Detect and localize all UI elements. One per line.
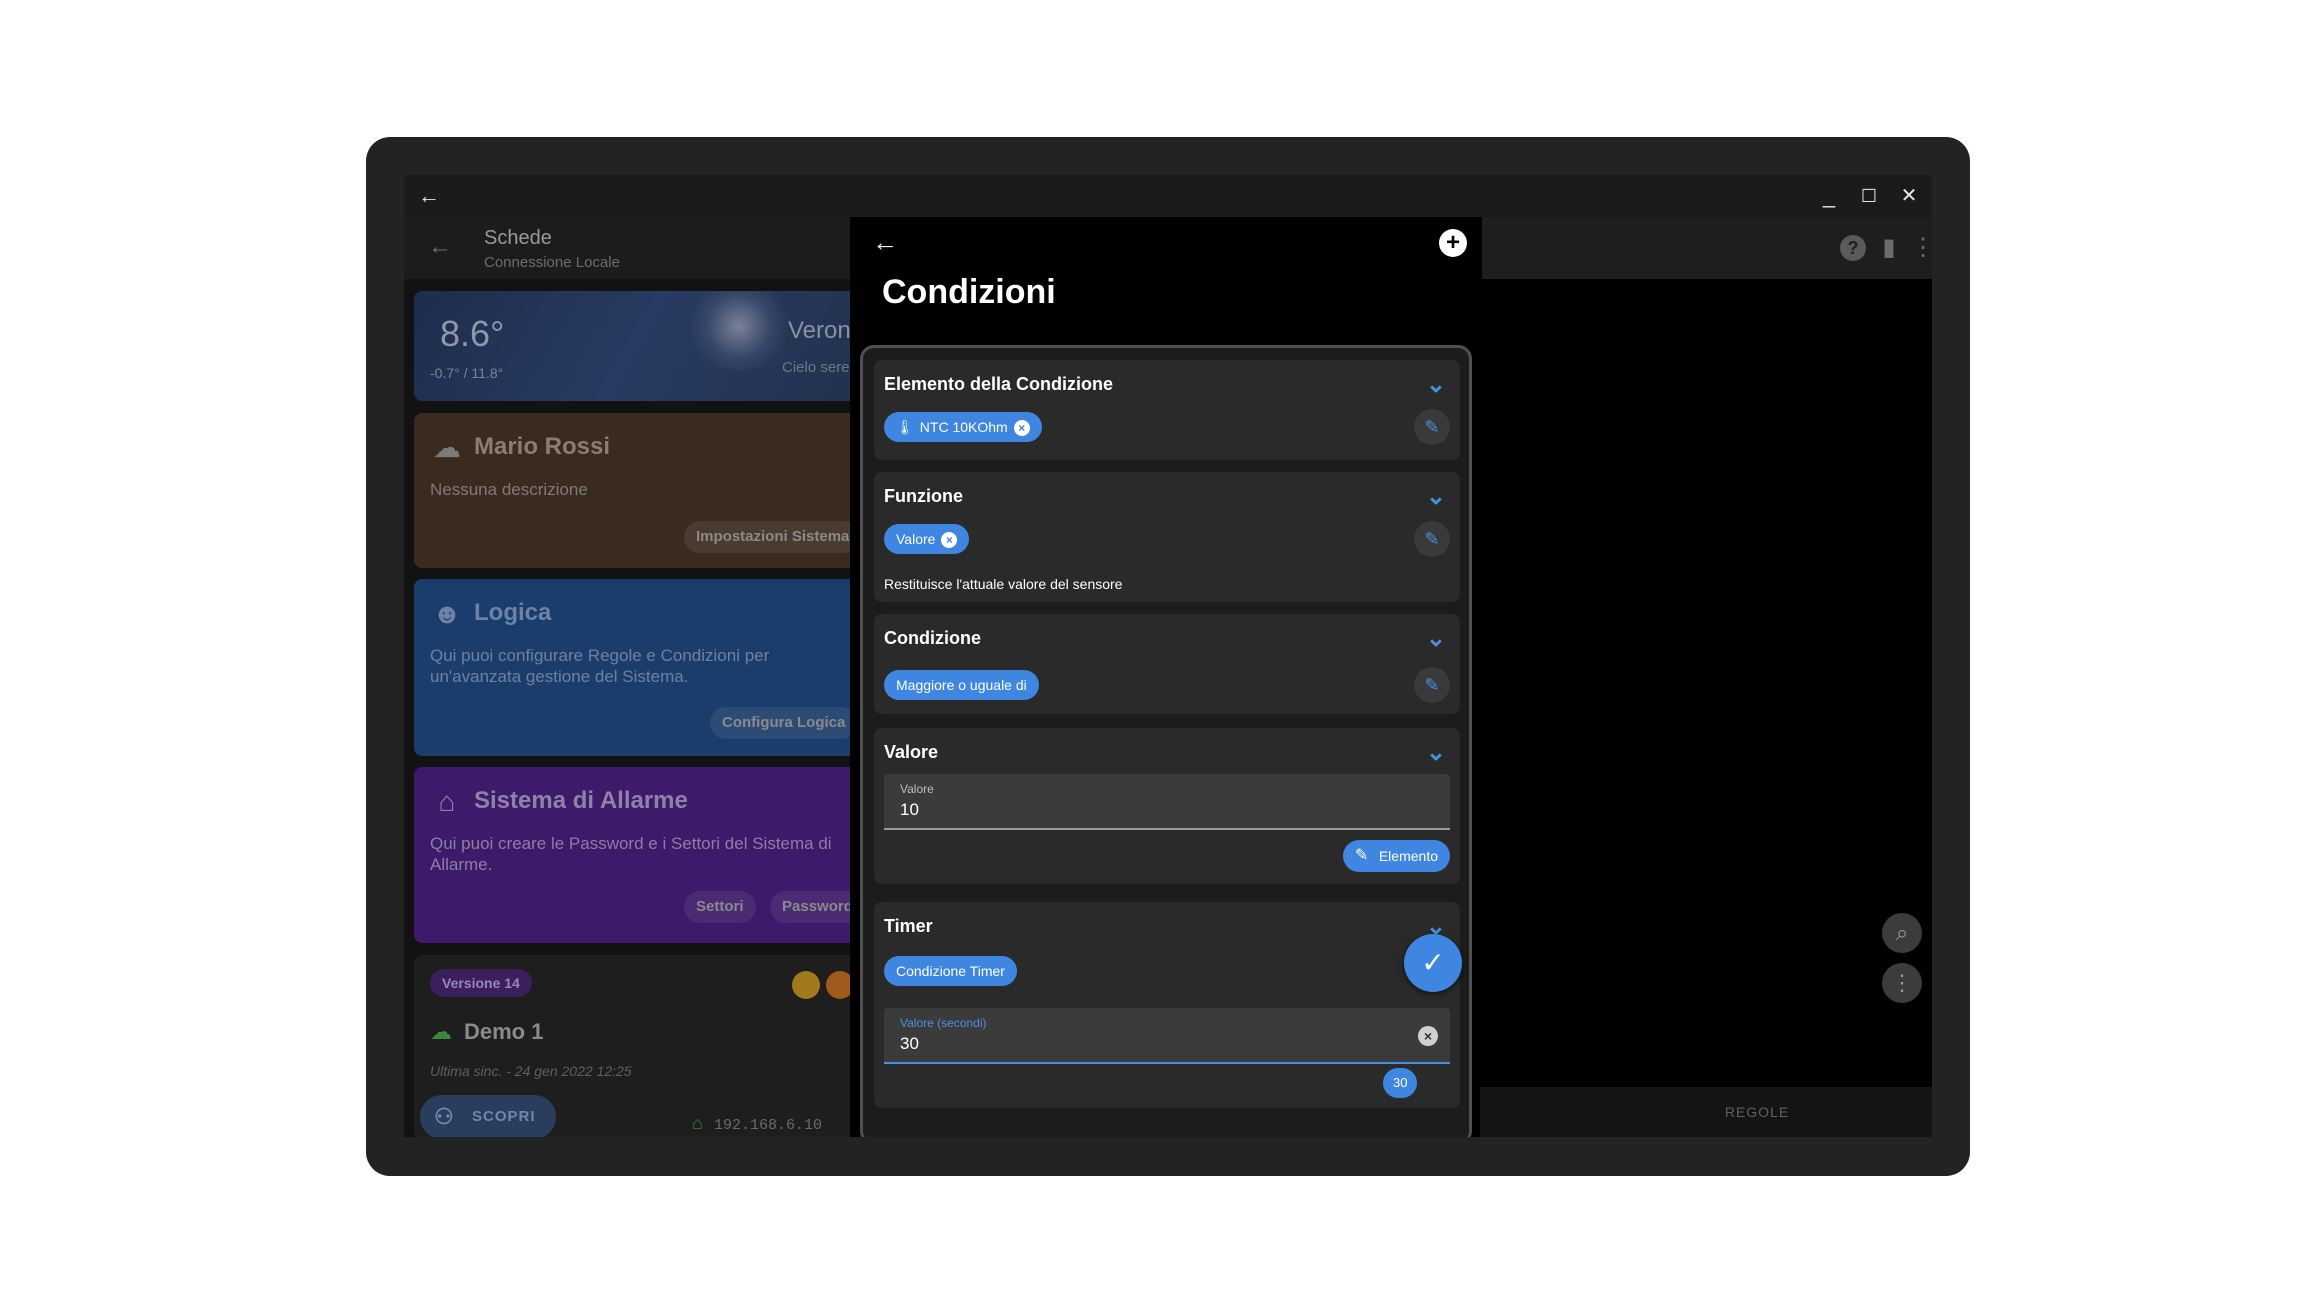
section-element: Elemento della Condizione ⌄ 🌡 NTC 10KOhm ×… xyxy=(874,360,1460,460)
section-value-title: Valore xyxy=(884,742,939,762)
more-vert-icon[interactable]: ⋮ xyxy=(1908,233,1932,263)
function-chip-label: Valore xyxy=(896,531,936,547)
book-icon[interactable]: ▮ xyxy=(1874,233,1904,263)
chevron-down-icon[interactable]: ⌄ xyxy=(1426,370,1446,399)
demo-card[interactable]: Versione 14 ☁ Demo 1 Ultima sinc. - 24 g… xyxy=(414,955,850,1137)
value-field-label: Valore xyxy=(900,782,934,796)
logic-description: Qui puoi configurare Regole e Condizioni… xyxy=(430,646,770,686)
sectors-button[interactable]: Settori xyxy=(684,891,756,923)
tab-rules[interactable]: REGOLE xyxy=(1682,1104,1832,1120)
page-subtitle: Connessione Locale xyxy=(484,254,620,271)
alarm-title: Sistema di Allarme xyxy=(474,787,688,814)
chevron-down-icon[interactable]: ⌄ xyxy=(1426,738,1446,767)
sun-glow xyxy=(684,291,794,371)
remove-chip-icon[interactable]: × xyxy=(941,532,958,549)
section-element-title: Elemento della Condizione xyxy=(884,374,1114,394)
element-button-label: Elemento xyxy=(1378,848,1438,864)
minimize-icon[interactable]: _ xyxy=(1814,181,1844,211)
weather-description: Cielo sere xyxy=(782,359,850,376)
page-title: Schede xyxy=(484,227,552,249)
section-function: Funzione ⌄ Valore × ✎ Restituisce l'attua… xyxy=(874,472,1460,602)
password-button[interactable]: Password xyxy=(770,891,850,923)
search-fab-icon[interactable]: ⌕ xyxy=(1882,913,1922,953)
left-header: ← Schede Connessione Locale xyxy=(404,217,850,279)
timer-seconds-field[interactable]: Valore (secondi) 30 × xyxy=(884,1008,1450,1064)
version-badge: Versione 14 xyxy=(430,969,532,997)
function-description: Restituisce l'attuale valore del sensore xyxy=(884,576,1123,592)
more-fab-icon[interactable]: ⋮ xyxy=(1882,963,1922,1003)
timer-mini-chip: 30 xyxy=(1383,1068,1418,1098)
conditions-panel: ← + Condizioni Elemento della Condizione… xyxy=(850,217,1480,1137)
conditions-header: ← + Condizioni xyxy=(850,217,1480,352)
user-card[interactable]: ☁ Mario Rossi Nessuna descrizione Impost… xyxy=(414,413,850,568)
right-toolbar: ? ▮ ⋮ xyxy=(1482,217,1932,279)
thermometer-icon: 🌡 xyxy=(896,419,914,435)
confirm-check-icon[interactable]: ✓ xyxy=(1404,934,1462,992)
maximize-icon[interactable]: ☐ xyxy=(1854,181,1884,211)
logic-title: Logica xyxy=(474,599,552,626)
window-back-icon[interactable]: ← xyxy=(414,181,444,211)
element-chip-label: NTC 10KOhm xyxy=(919,419,1008,435)
alarm-card[interactable]: ⌂ Sistema di Allarme Qui puoi creare le … xyxy=(414,767,850,943)
weather-city: Veron xyxy=(788,317,850,344)
back-arrow-icon[interactable]: ← xyxy=(428,233,452,261)
window-titlebar: ← _ ☐ ✕ xyxy=(404,175,1932,217)
section-value: Valore ⌄ Valore 10 ✎ Elemento xyxy=(874,728,1460,884)
edit-pencil-icon[interactable]: ✎ xyxy=(1414,667,1450,703)
timer-field-label: Valore (secondi) xyxy=(900,1016,987,1030)
help-icon[interactable]: ? xyxy=(1840,235,1866,261)
section-timer: Timer ⌄ Condizione Timer ✎ Valore (secon… xyxy=(874,902,1460,1108)
right-panel: ? ▮ ⋮ ⌕ ⋮ REGOLE xyxy=(1482,217,1932,1137)
bottom-tabs: REGOLE xyxy=(1482,1087,1932,1137)
section-function-title: Funzione xyxy=(884,486,963,506)
binoculars-icon: ⚇ xyxy=(434,1104,455,1129)
element-button[interactable]: ✎ Elemento xyxy=(1342,840,1450,872)
weather-card[interactable]: 8.6° -0.7° / 11.8° Veron Cielo sere xyxy=(414,291,850,401)
element-chip[interactable]: 🌡 NTC 10KOhm × xyxy=(884,412,1042,442)
chevron-down-icon[interactable]: ⌄ xyxy=(1426,482,1446,511)
demo-title: Demo 1 xyxy=(464,1019,544,1044)
pencil-icon: ✎ xyxy=(1354,847,1369,864)
section-timer-title: Timer xyxy=(884,916,933,936)
close-icon[interactable]: ✕ xyxy=(1894,181,1924,211)
cloud-check-icon: ☁ xyxy=(433,432,461,463)
ip-address: 192.168.6.10 xyxy=(714,1117,823,1134)
logic-card[interactable]: ☻ Logica Qui puoi configurare Regole e C… xyxy=(414,579,850,756)
house-lock-icon: ⌂ xyxy=(438,786,456,817)
alarm-description: Qui puoi creare le Password e i Settori … xyxy=(430,834,832,874)
timer-field-value: 30 xyxy=(900,1034,919,1053)
section-condition: Condizione ⌄ Maggiore o uguale di ✎ xyxy=(874,614,1460,714)
status-badge-icon xyxy=(826,971,850,999)
condition-editor: Elemento della Condizione ⌄ 🌡 NTC 10KOhm ×… xyxy=(860,345,1472,1137)
cloud-check-icon: ☁ xyxy=(430,1019,452,1044)
section-condition-title: Condizione xyxy=(884,628,981,648)
edit-pencil-icon[interactable]: ✎ xyxy=(1414,521,1450,557)
chevron-down-icon[interactable]: ⌄ xyxy=(1426,624,1446,653)
function-chip[interactable]: Valore × xyxy=(884,524,970,554)
remove-chip-icon[interactable]: × xyxy=(1013,420,1030,437)
conditions-title: Condizioni xyxy=(882,273,1056,311)
user-name: Mario Rossi xyxy=(474,433,611,460)
crown-badge-icon xyxy=(792,971,820,999)
last-sync: Ultima sinc. - 24 gen 2022 12:25 xyxy=(430,1063,632,1079)
discover-button[interactable]: ⚇ SCOPRI xyxy=(420,1095,556,1137)
weather-temperature: 8.6° xyxy=(440,313,505,354)
left-panel: ← Schede Connessione Locale 8.6° -0.7° /… xyxy=(404,217,850,1137)
discover-label: SCOPRI xyxy=(472,1108,536,1125)
condition-chip[interactable]: Maggiore o uguale di xyxy=(884,670,1039,700)
value-field[interactable]: Valore 10 xyxy=(884,774,1450,830)
system-settings-button[interactable]: Impostazioni Sistema xyxy=(684,521,850,553)
app-screen: ← _ ☐ ✕ ← Schede Connessione Locale 8.6°… xyxy=(404,175,1932,1137)
head-gear-icon: ☻ xyxy=(432,598,462,629)
user-description: Nessuna descrizione xyxy=(430,480,588,499)
timer-chip[interactable]: Condizione Timer xyxy=(884,956,1017,986)
add-circle-icon[interactable]: + xyxy=(1439,229,1467,257)
edit-pencil-icon[interactable]: ✎ xyxy=(1414,409,1450,445)
configure-logic-button[interactable]: Configura Logica xyxy=(710,707,850,739)
back-arrow-icon[interactable]: ← xyxy=(872,227,898,258)
weather-range: -0.7° / 11.8° xyxy=(430,365,504,381)
value-field-value: 10 xyxy=(900,800,919,819)
clear-field-icon[interactable]: × xyxy=(1418,1026,1438,1046)
network-icon: ⌂ xyxy=(692,1113,703,1133)
